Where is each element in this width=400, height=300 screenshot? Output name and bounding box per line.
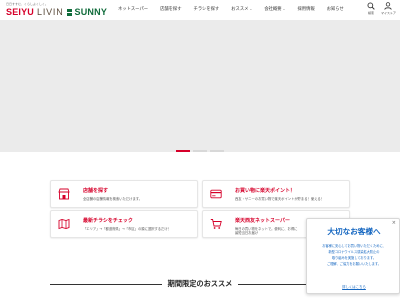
hero-carousel[interactable] bbox=[0, 20, 400, 160]
carousel-indicators bbox=[0, 150, 400, 153]
card-rakuten-point[interactable]: お買い物に楽天ポイント！ 西友・サニーのお買い物で楽天ポイントが貯まる！使える！ bbox=[202, 180, 350, 208]
search-button[interactable]: 検索 bbox=[364, 2, 378, 18]
nav-label: 会社概要 bbox=[264, 7, 282, 12]
store-icon bbox=[58, 188, 70, 200]
sunny-mark-icon bbox=[66, 8, 72, 16]
nav-item-net-super[interactable]: ネットスーパー bbox=[112, 0, 154, 18]
card-description-secondary: 最短当日お届け bbox=[235, 231, 259, 235]
user-icon bbox=[384, 2, 392, 10]
search-icon bbox=[367, 2, 375, 10]
notice-popup: × 大切なお客様へ お客様に安心してお買い物いただくために、 新型コロナウイルス… bbox=[306, 218, 400, 294]
nav-item-find-store[interactable]: 店舗を探す bbox=[154, 0, 187, 18]
brand-logo[interactable]: 日日すすむ、くらしよくしく。 SEIYU LIVIN SUNNY bbox=[6, 2, 128, 18]
card-description: 全店舗の店舗情報を検索いただけます。 bbox=[83, 197, 143, 201]
credit-card-icon bbox=[210, 189, 222, 199]
livin-logo-text: LIVIN bbox=[37, 7, 64, 17]
map-icon bbox=[58, 218, 70, 230]
card-title: 楽天西友ネットスーパー bbox=[235, 218, 290, 224]
nav-label: おススメ bbox=[231, 7, 249, 12]
nav-item-news[interactable]: お知らせ bbox=[321, 0, 350, 18]
popup-text-line: ご理解、ご協力をお願いいたします。 bbox=[327, 262, 381, 266]
search-label: 検索 bbox=[367, 11, 374, 15]
cart-icon bbox=[210, 219, 222, 229]
carousel-dot[interactable] bbox=[176, 150, 190, 152]
nav-item-recruit[interactable]: 採用情報 bbox=[291, 0, 320, 18]
brand-wordmarks: SEIYU LIVIN SUNNY bbox=[6, 6, 107, 18]
nav-item-recommend[interactable]: おススメ ⌄ bbox=[225, 0, 258, 18]
nav-item-company[interactable]: 会社概要 ⌄ bbox=[258, 0, 291, 18]
carousel-dot[interactable] bbox=[193, 150, 207, 152]
popup-title: 大切なお客様へ bbox=[327, 227, 381, 236]
card-description: 「エリア」→「都道府県」→「市区」の順に選択するだけ！ bbox=[83, 227, 171, 231]
chevron-down-icon: ⌄ bbox=[249, 7, 253, 11]
card-title: 店舗を探す bbox=[83, 188, 109, 194]
carousel-dot[interactable] bbox=[210, 150, 224, 152]
nav-item-find-flyer[interactable]: チラシを探す bbox=[188, 0, 226, 18]
chevron-down-icon: ⌄ bbox=[282, 7, 286, 11]
main-nav: ネットスーパー 店舗を探す チラシを探す おススメ ⌄ 会社概要 ⌄ 採用情報 お知… bbox=[112, 0, 350, 18]
popup-text-line: 新型コロナウイルス感染拡大防止の bbox=[328, 250, 380, 254]
card-find-store[interactable]: 店舗を探す 全店舗の店舗情報を検索いただけます。 bbox=[50, 180, 198, 208]
popup-more-link[interactable]: 詳しくはこちら bbox=[325, 284, 383, 289]
nav-label: 店舗を探す bbox=[160, 7, 182, 12]
nav-label: 採用情報 bbox=[297, 7, 315, 12]
card-description: 西友・サニーのお買い物で楽天ポイントが貯まる！使える！ bbox=[235, 197, 324, 201]
popup-text-line: 取り組みを実施しております。 bbox=[331, 256, 377, 260]
my-store-label: マイストア bbox=[381, 11, 396, 15]
card-flyer[interactable]: 最新チラシをチェック 「エリア」→「都道府県」→「市区」の順に選択するだけ！ bbox=[50, 210, 198, 238]
my-store-button[interactable]: マイストア bbox=[381, 2, 396, 18]
nav-label: お知らせ bbox=[326, 7, 344, 12]
section-heading-text: 期間限定のおススメ bbox=[161, 279, 239, 288]
popup-text-line: お客様に安心してお買い物いただくために、 bbox=[322, 244, 386, 248]
nav-label: ネットスーパー bbox=[118, 7, 149, 12]
nav-label: チラシを探す bbox=[193, 7, 220, 12]
sunny-logo-text: SUNNY bbox=[74, 7, 108, 17]
card-title: 最新チラシをチェック bbox=[83, 218, 133, 224]
card-title: お買い物に楽天ポイント！ bbox=[235, 188, 296, 194]
seiyu-logo-text: SEIYU bbox=[6, 7, 35, 17]
hero-bottom-band bbox=[0, 152, 400, 160]
site-header: 日日すすむ、くらしよくしく。 SEIYU LIVIN SUNNY ネットスーパー… bbox=[0, 0, 400, 20]
